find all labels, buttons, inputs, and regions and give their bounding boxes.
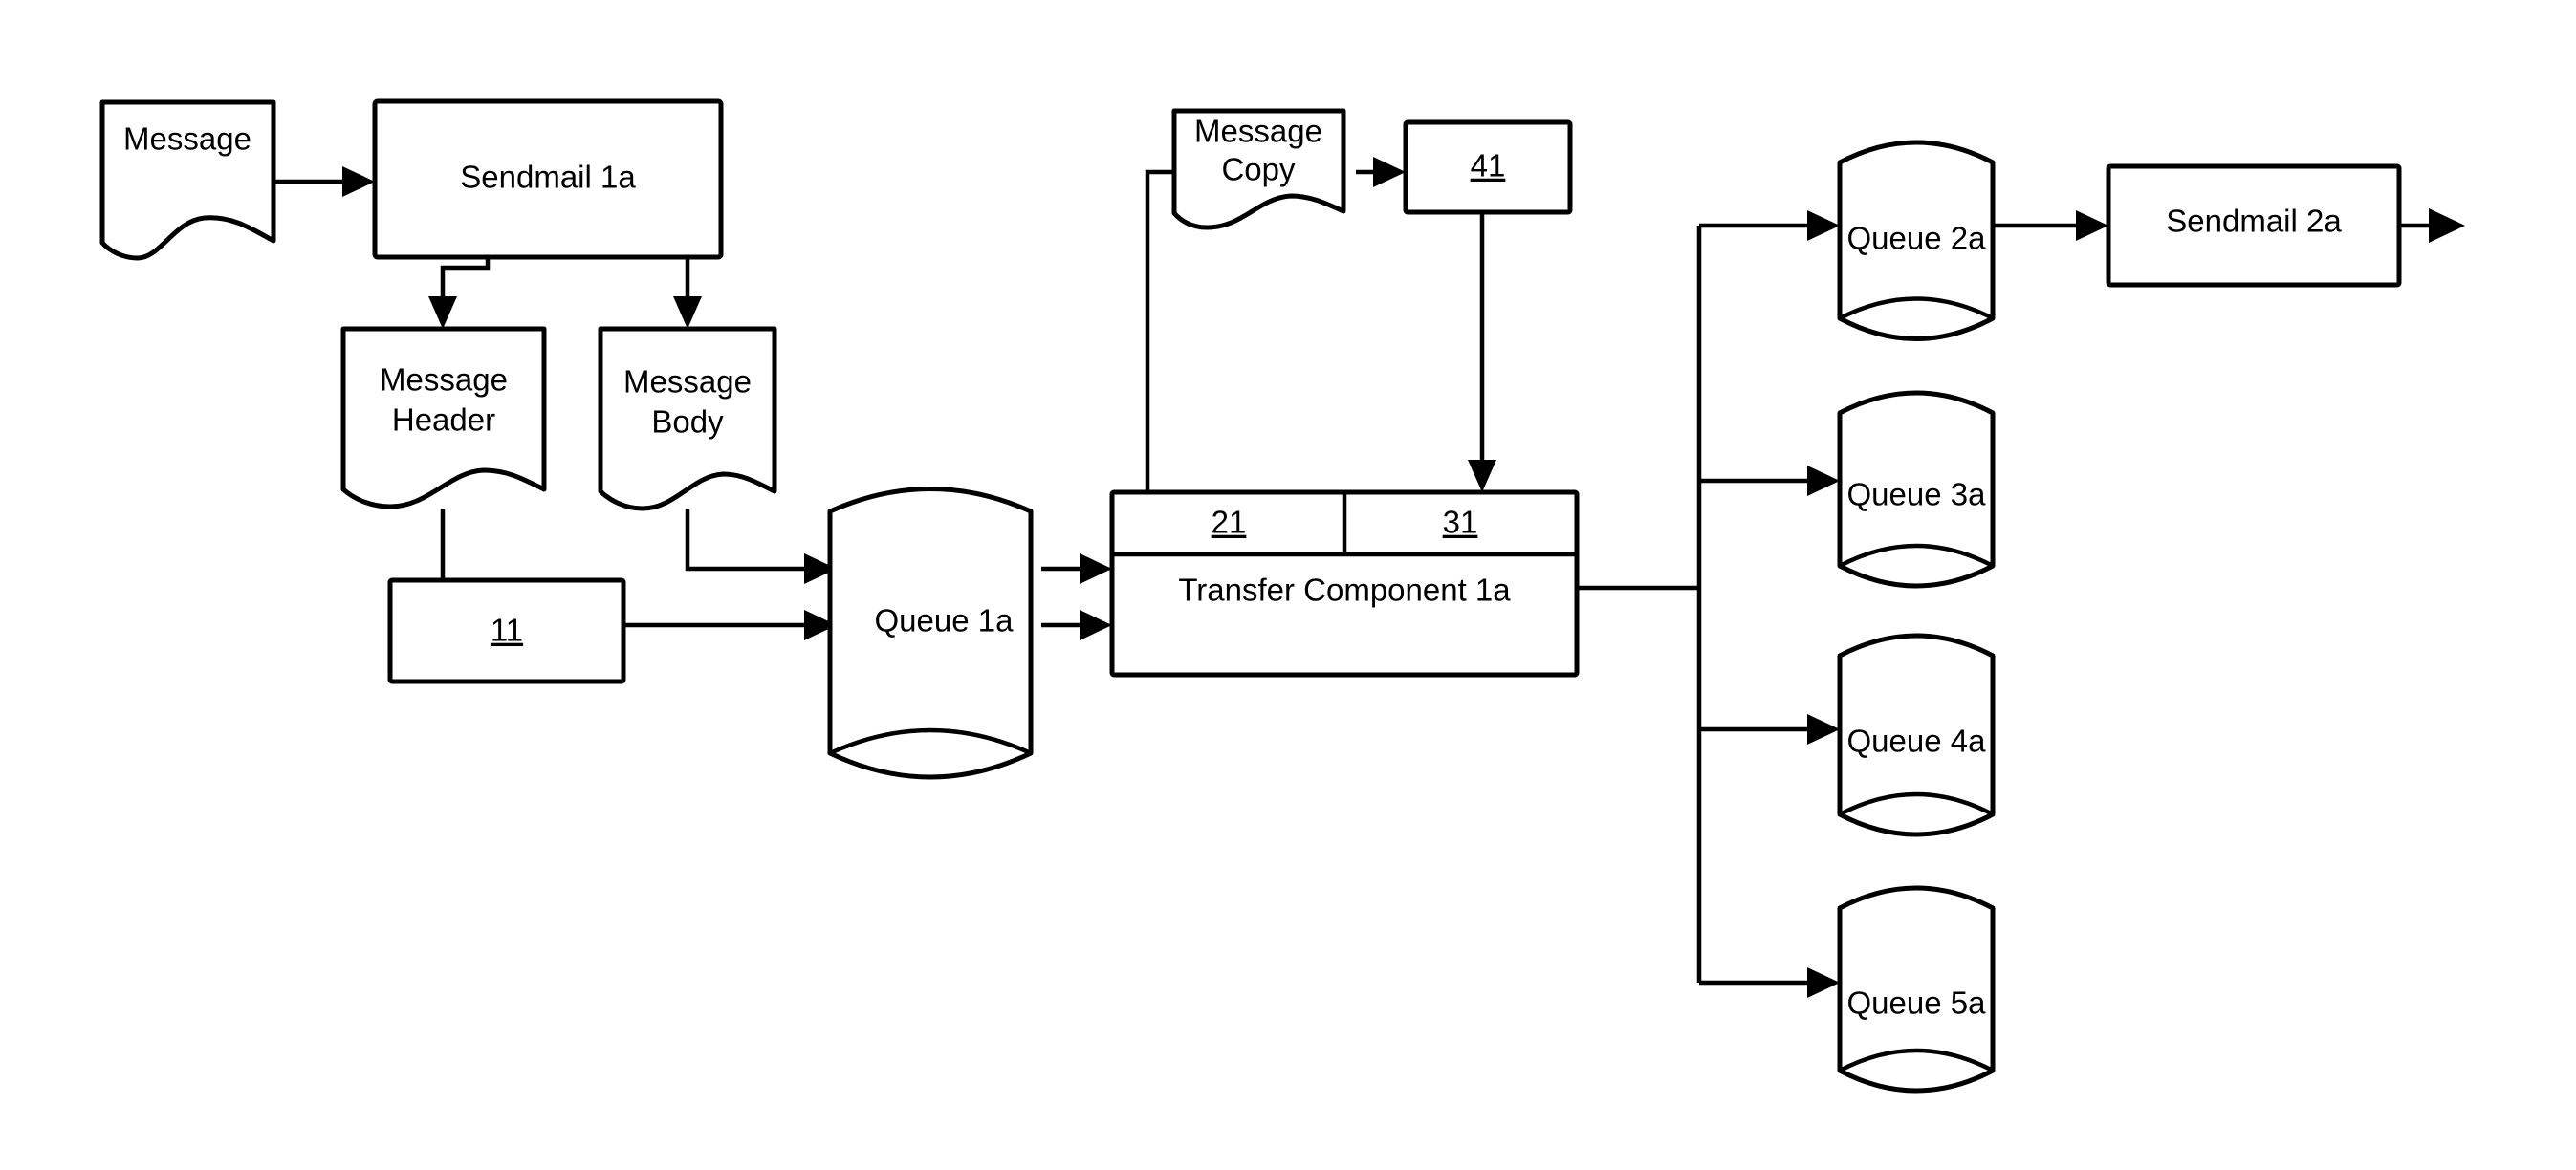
node-reference-label: 11 [491,613,523,648]
node-label: Message [123,121,251,157]
node-label: Message [380,362,508,398]
node-label: Queue 2a [1847,221,1987,256]
node-label: Message [1194,114,1322,149]
node-label: Header [392,402,495,438]
node-label: Sendmail 2a [2166,204,2342,239]
node-label: Body [651,404,724,440]
node-message[interactable]: Message [99,99,276,261]
arrowhead-icon [2076,210,2108,241]
node-message-body[interactable]: Message Body [598,326,777,511]
arrowhead-icon [1468,460,1496,492]
node-21-label[interactable]: 21 [1212,505,1247,540]
node-11[interactable]: 11 [387,577,626,684]
node-queue-4a[interactable]: Queue 4a [1837,633,1996,837]
node-label: Queue 4a [1847,724,1987,759]
node-label: Message [623,364,752,400]
node-label: Transfer Component 1a [1178,573,1511,608]
node-queue-2a[interactable]: Queue 2a [1837,140,1996,341]
node-label: Queue 5a [1847,986,1987,1021]
arrowhead-icon [1807,466,1840,496]
node-reference-label: 41 [1471,148,1506,184]
node-message-header[interactable]: Message Header [340,326,547,509]
node-sendmail-1a[interactable]: Sendmail 1a [372,98,724,260]
node-sendmail-2a[interactable]: Sendmail 2a [2106,163,2402,288]
arrowhead-icon [1807,967,1840,998]
arrowhead-icon [428,296,457,329]
node-label: Queue 3a [1847,477,1987,512]
arrowhead-icon [1807,714,1840,745]
arrowhead-icon [1373,157,1406,187]
node-queue-3a[interactable]: Queue 3a [1837,390,1996,589]
node-41[interactable]: 41 [1403,119,1573,215]
node-label: Queue 1a [875,603,1015,639]
arrowhead-icon [2429,208,2465,243]
edge-sendmail-1a-to-header [440,257,491,298]
arrowhead-icon [1080,610,1112,640]
arrowhead-icon [1807,210,1840,241]
node-label: Sendmail 1a [460,160,636,195]
node-queue-5a[interactable]: Queue 5a [1837,885,1996,1094]
arrowhead-icon [1080,553,1112,584]
message-flow-diagram: Message Sendmail 1a Message Header Messa… [99,98,2465,1094]
edge-body-to-queue-1a [685,509,804,572]
arrowhead-icon [342,166,375,197]
node-label: Copy [1221,152,1296,187]
node-queue-1a[interactable]: Queue 1a [827,487,1034,780]
node-message-copy[interactable]: Message Copy [1171,108,1346,230]
node-31-label[interactable]: 31 [1443,505,1478,540]
node-transfer-component-1a[interactable]: 21 31 Transfer Component 1a [1109,489,1580,678]
arrowhead-icon [673,296,702,329]
